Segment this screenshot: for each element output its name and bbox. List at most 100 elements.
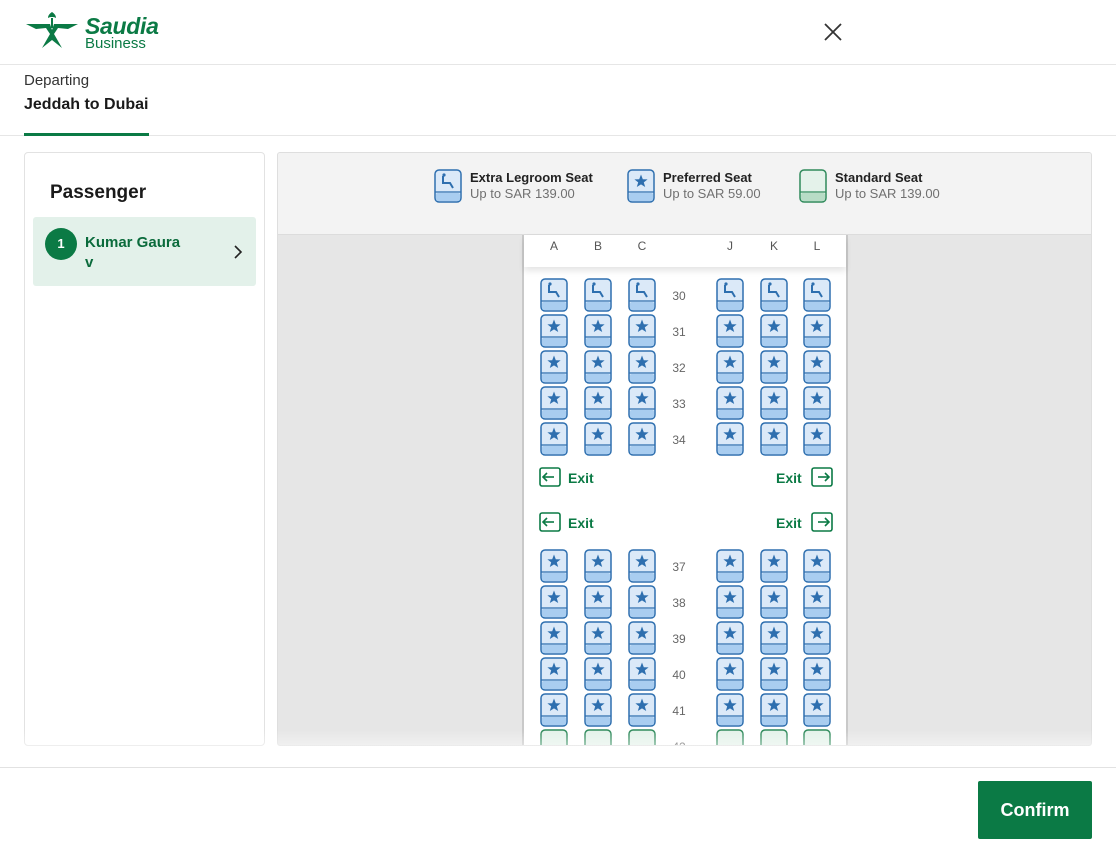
seat-40b[interactable] <box>584 657 612 691</box>
seat-30a[interactable] <box>540 278 568 312</box>
seat-34b[interactable] <box>584 422 612 456</box>
seat-33j[interactable] <box>716 386 744 420</box>
star-seat-icon <box>803 549 831 583</box>
star-seat-icon <box>760 549 788 583</box>
seat-32l[interactable] <box>803 350 831 384</box>
star-seat-icon <box>803 657 831 691</box>
seat-40a[interactable] <box>540 657 568 691</box>
seat-32a[interactable] <box>540 350 568 384</box>
cabin-seat-map: A B C J K L 30 31 32 33 34 Exit Exit Exit Exit 37 38 39 4… <box>522 235 848 745</box>
star-seat-icon <box>540 621 568 655</box>
passenger-card[interactable]: 1 Kumar Gaurav <box>33 217 256 286</box>
seat-37k[interactable] <box>760 549 788 583</box>
seat-41a[interactable] <box>540 693 568 727</box>
legend-name: Extra Legroom Seat <box>470 170 593 185</box>
seat-40k[interactable] <box>760 657 788 691</box>
seat-31a[interactable] <box>540 314 568 348</box>
seat-41k[interactable] <box>760 693 788 727</box>
legend-price: Up to SAR 59.00 <box>663 186 761 201</box>
top-bar: Saudia Business <box>0 0 1116 65</box>
seat-38b[interactable] <box>584 585 612 619</box>
seat-39a[interactable] <box>540 621 568 655</box>
seat-34j[interactable] <box>716 422 744 456</box>
tab-route: Jeddah to Dubai <box>24 96 149 113</box>
seat-41b[interactable] <box>584 693 612 727</box>
column-label-a: A <box>549 239 558 253</box>
seat-40c[interactable] <box>628 657 656 691</box>
legroom-seat-icon <box>716 278 744 312</box>
row-number: 38 <box>672 596 686 610</box>
seat-34l[interactable] <box>803 422 831 456</box>
seat-30k[interactable] <box>760 278 788 312</box>
standard-seat-icon <box>799 169 827 203</box>
seat-33a[interactable] <box>540 386 568 420</box>
seat-39k[interactable] <box>760 621 788 655</box>
seat-37l[interactable] <box>803 549 831 583</box>
seat-39c[interactable] <box>628 621 656 655</box>
seat-33k[interactable] <box>760 386 788 420</box>
seat-30c[interactable] <box>628 278 656 312</box>
seat-31b[interactable] <box>584 314 612 348</box>
seat-38k[interactable] <box>760 585 788 619</box>
seat-30b[interactable] <box>584 278 612 312</box>
seat-33l[interactable] <box>803 386 831 420</box>
seat-33b[interactable] <box>584 386 612 420</box>
seat-30j[interactable] <box>716 278 744 312</box>
seat-32j[interactable] <box>716 350 744 384</box>
star-seat-icon <box>716 422 744 456</box>
footer-bar: Confirm <box>0 767 1116 852</box>
exit-right[interactable]: Exit <box>776 511 836 535</box>
seat-37j[interactable] <box>716 549 744 583</box>
exit-left[interactable]: Exit <box>538 511 600 535</box>
seat-34k[interactable] <box>760 422 788 456</box>
confirm-button[interactable]: Confirm <box>978 781 1092 839</box>
seat-40l[interactable] <box>803 657 831 691</box>
seat-31c[interactable] <box>628 314 656 348</box>
star-seat-icon <box>628 549 656 583</box>
star-seat-icon <box>540 585 568 619</box>
seat-38a[interactable] <box>540 585 568 619</box>
seat-31j[interactable] <box>716 314 744 348</box>
seat-34a[interactable] <box>540 422 568 456</box>
brand-wordmark: Saudia Business <box>85 14 159 52</box>
seat-31k[interactable] <box>760 314 788 348</box>
legroom-seat-icon <box>434 169 462 203</box>
exit-left[interactable]: Exit <box>538 466 600 490</box>
seat-37b[interactable] <box>584 549 612 583</box>
star-seat-icon <box>584 549 612 583</box>
palm-emblem-icon <box>26 12 78 48</box>
seat-39b[interactable] <box>584 621 612 655</box>
seat-41j[interactable] <box>716 693 744 727</box>
seat-41l[interactable] <box>803 693 831 727</box>
star-seat-icon <box>760 693 788 727</box>
seat-31l[interactable] <box>803 314 831 348</box>
star-seat-icon <box>803 693 831 727</box>
seat-33c[interactable] <box>628 386 656 420</box>
row-number: 33 <box>672 397 686 411</box>
seat-38l[interactable] <box>803 585 831 619</box>
passenger-panel-title: Passenger <box>50 182 147 203</box>
close-button[interactable] <box>820 20 846 46</box>
seat-39j[interactable] <box>716 621 744 655</box>
seat-32k[interactable] <box>760 350 788 384</box>
exit-label: Exit <box>568 470 594 486</box>
legend-price: Up to SAR 139.00 <box>835 186 940 201</box>
seat-34c[interactable] <box>628 422 656 456</box>
row-number: 41 <box>672 704 686 718</box>
legroom-seat-icon <box>540 278 568 312</box>
seat-32c[interactable] <box>628 350 656 384</box>
seat-32b[interactable] <box>584 350 612 384</box>
seat-37c[interactable] <box>628 549 656 583</box>
tab-departing[interactable]: Departing Jeddah to Dubai <box>24 65 149 136</box>
star-seat-icon <box>803 621 831 655</box>
seat-37a[interactable] <box>540 549 568 583</box>
exit-right[interactable]: Exit <box>776 466 836 490</box>
seat-39l[interactable] <box>803 621 831 655</box>
seat-30l[interactable] <box>803 278 831 312</box>
seat-38c[interactable] <box>628 585 656 619</box>
seat-38j[interactable] <box>716 585 744 619</box>
star-seat-icon <box>760 621 788 655</box>
seat-40j[interactable] <box>716 657 744 691</box>
star-seat-icon <box>628 314 656 348</box>
seat-41c[interactable] <box>628 693 656 727</box>
